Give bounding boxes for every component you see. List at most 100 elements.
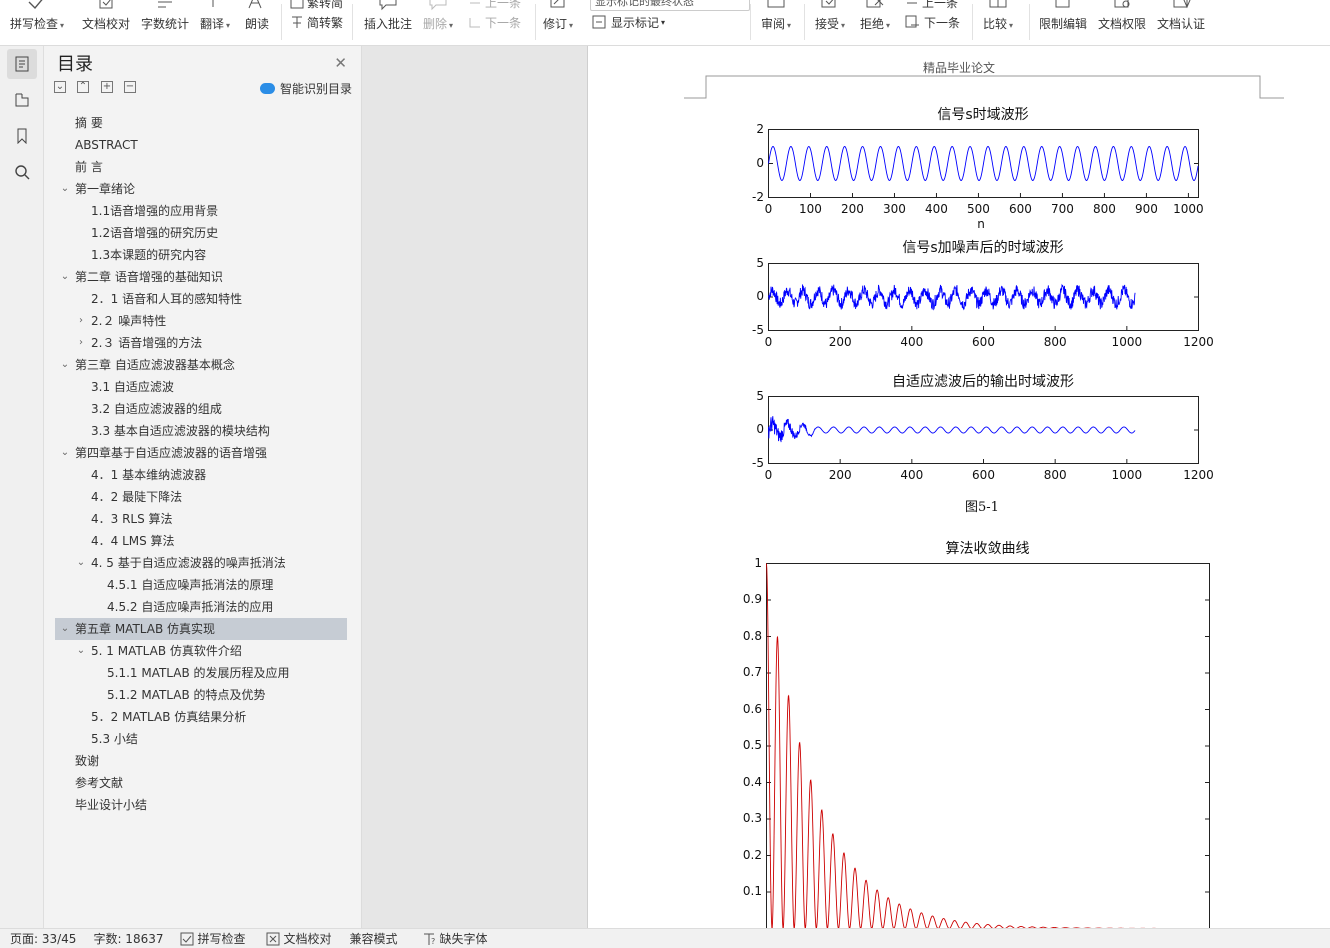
rail-toc-button[interactable]	[7, 49, 37, 79]
toc-item[interactable]: › 2.３ 语音增强的方法	[44, 332, 362, 354]
toc-item[interactable]: 4．2 最陡下降法	[44, 486, 362, 508]
next-icon	[469, 18, 480, 28]
collapse-all-icon[interactable]: ⌄	[54, 81, 66, 93]
insert-comment-button[interactable]: 插入批注	[364, 0, 412, 45]
x-tick-label: 500	[967, 202, 990, 216]
document-area: 精品毕业论文 信号s时域波形 2 0 -2 0 100 200 300 400 500 600 700…	[362, 46, 1330, 928]
status-spell-check[interactable]: 拼写检查	[180, 930, 246, 947]
toc-item[interactable]: ⌄ 第四章基于自适应滤波器的语音增强	[44, 442, 362, 464]
restrict-edit-label: 限制编辑	[1039, 17, 1088, 31]
toc-item-label: 5．2 MATLAB 仿真结果分析	[91, 710, 247, 724]
toc-item[interactable]: 4.5.2 自适应噪声抵消法的应用	[44, 596, 362, 618]
toc-item[interactable]: 3.3 基本自适应滤波器的模块结构	[44, 420, 362, 442]
toc-item[interactable]: 致谢	[44, 750, 362, 772]
missing-font-icon: ?	[423, 933, 435, 946]
x-tick-label: 1000	[1111, 335, 1143, 349]
toc-item[interactable]: 3.1 自适应滤波	[44, 376, 362, 398]
read-aloud-button[interactable]: 朗读	[245, 0, 269, 45]
chevron-down-icon[interactable]: ⌄	[59, 354, 71, 376]
toc-item[interactable]: 1.1语音增强的应用背景	[44, 200, 362, 222]
toc-item[interactable]: ⌄ 4. 5 基于自适应滤波器的噪声抵消法	[44, 552, 362, 574]
toc-item[interactable]: ⌄ 第五章 MATLAB 仿真实现	[55, 618, 347, 640]
toc-item[interactable]: 4．3 RLS 算法	[44, 508, 362, 530]
chevron-right-icon[interactable]: ›	[75, 310, 87, 332]
word-count-indicator[interactable]: 字数: 18637	[93, 930, 163, 947]
chevron-down-icon: ▾	[226, 21, 231, 30]
expand-up-icon[interactable]: ⌃	[77, 81, 89, 93]
restrict-edit-button[interactable]: 限制编辑	[1039, 0, 1088, 45]
toc-item[interactable]: 3.2 自适应滤波器的组成	[44, 398, 362, 420]
read-aloud-icon	[248, 0, 262, 9]
chevron-down-icon[interactable]: ⌄	[59, 178, 71, 200]
toc-item[interactable]: 前 言	[44, 156, 362, 178]
close-icon[interactable]: ✕	[334, 54, 347, 72]
toc-item[interactable]: 5.1.2 MATLAB 的特点及优势	[44, 684, 362, 706]
chevron-down-icon[interactable]: ⌄	[75, 640, 87, 662]
add-heading-icon[interactable]: +	[101, 81, 113, 93]
toc-item[interactable]: 4.5.1 自适应噪声抵消法的原理	[44, 574, 362, 596]
show-markup-button[interactable]: 显示标记 ▾	[592, 12, 665, 32]
chevron-down-icon[interactable]: ⌄	[59, 618, 71, 640]
doc-certify-button[interactable]: 文档认证	[1157, 0, 1205, 45]
status-doc-proof[interactable]: 文档校对	[266, 930, 332, 947]
x-axis-label: n	[977, 217, 985, 231]
translate-button[interactable]: 翻译 ▾	[200, 0, 231, 45]
chart-title: 信号s时域波形	[937, 107, 1029, 123]
chevron-right-icon[interactable]: ›	[75, 332, 87, 354]
smart-toc-button[interactable]: 智能识别目录	[259, 80, 352, 97]
chevron-down-icon[interactable]: ⌄	[75, 552, 87, 574]
chevron-down-icon: ▾	[60, 21, 65, 30]
chevron-down-icon[interactable]: ⌄	[59, 442, 71, 464]
remove-heading-icon[interactable]: −	[124, 81, 136, 93]
compare-button[interactable]: 比较 ▾	[983, 0, 1013, 45]
rail-bookmark-button[interactable]	[7, 121, 37, 151]
x-tick-label: 1200	[1183, 335, 1214, 349]
page-indicator[interactable]: 页面: 33/45	[10, 930, 76, 947]
toc-item[interactable]: 1.3本课题的研究内容	[44, 244, 362, 266]
ribbon-divider	[281, 4, 282, 40]
simp-to-trad-button[interactable]: 简转繁	[290, 12, 343, 32]
accept-button[interactable]: 接受 ▾	[815, 0, 845, 45]
toc-item[interactable]: ⌄ 5. 1 MATLAB 仿真软件介绍	[44, 640, 362, 662]
toc-item[interactable]: 5．2 MATLAB 仿真结果分析	[44, 706, 362, 728]
toc-item[interactable]: 毕业设计小结	[44, 794, 362, 816]
toc-item[interactable]: 参考文献	[44, 772, 362, 794]
y-tick-label: 0.6	[742, 701, 762, 716]
toc-item[interactable]: 5.3 小结	[44, 728, 362, 750]
toc-item[interactable]: ⌄ 第一章绪论	[44, 178, 362, 200]
toc-item-label: 3.2 自适应滤波器的组成	[91, 402, 222, 416]
trad-simp-icon	[290, 0, 304, 9]
next-comment-button[interactable]: 下一条	[468, 12, 521, 32]
toc-item[interactable]: 1.2语音增强的研究历史	[44, 222, 362, 244]
toc-item[interactable]: ⌄ 第三章 自适应滤波器基本概念	[44, 354, 362, 376]
chart-title: 信号s加噪声后的时域波形	[902, 240, 1064, 256]
review-button[interactable]: 审阅 ▾	[761, 0, 791, 45]
ai-icon	[259, 83, 275, 94]
toc-item[interactable]: 2．1 语音和人耳的感知特性	[44, 288, 362, 310]
toc-item[interactable]: 4．1 基本维纳滤波器	[44, 464, 362, 486]
rail-navigation-button[interactable]	[7, 85, 37, 115]
toc-item[interactable]: 摘 要	[44, 112, 362, 134]
missing-font-button[interactable]: ? 缺失字体	[422, 930, 488, 947]
chart-plot-area	[766, 563, 1210, 928]
chevron-down-icon[interactable]: ⌄	[59, 266, 71, 288]
ribbon-divider	[972, 4, 973, 40]
x-tick-label: 1000	[1173, 202, 1204, 216]
restrict-edit-icon	[1055, 0, 1070, 8]
spell-check-button[interactable]: 拼写检查 ▾	[10, 0, 65, 45]
toc-item[interactable]: ⌄ 第二章 语音增强的基础知识	[44, 266, 362, 288]
toc-item[interactable]: › 2.２ 噪声特性	[44, 310, 362, 332]
doc-permission-button[interactable]: 文档权限	[1098, 0, 1146, 45]
toc-item[interactable]: 4．4 LMS 算法	[44, 530, 362, 552]
delete-comment-button[interactable]: 删除 ▾	[423, 0, 453, 45]
toc-item[interactable]: ABSTRACT	[44, 134, 362, 156]
toc-item[interactable]: 5.1.1 MATLAB 的发展历程及应用	[44, 662, 362, 684]
x-tick-label: 400	[925, 202, 948, 216]
revise-button[interactable]: 修订 ▾	[543, 0, 573, 45]
rail-search-button[interactable]	[7, 157, 37, 187]
next-change-button[interactable]: 下一条	[905, 12, 960, 32]
reject-button[interactable]: 拒绝 ▾	[860, 0, 890, 45]
doc-proof-button[interactable]: 文档校对	[82, 0, 130, 45]
word-count-button[interactable]: 字数统计	[141, 0, 189, 45]
toc-panel: 目录 ✕ ⌄ ⌃ + − 智能识别目录 摘 要 ABSTRACT 前 言 ⌄ 第一章绪论…	[44, 46, 362, 928]
